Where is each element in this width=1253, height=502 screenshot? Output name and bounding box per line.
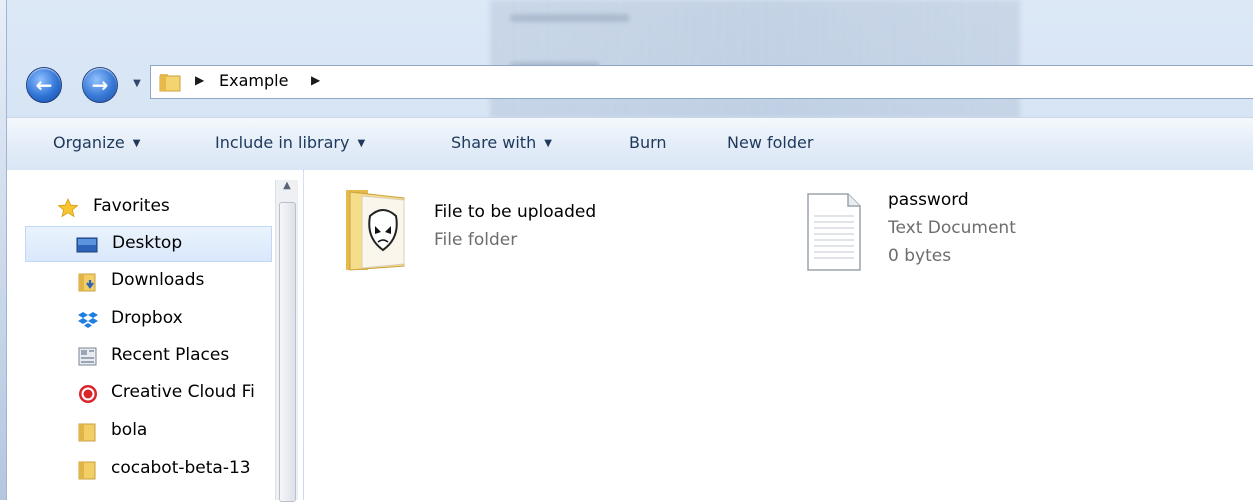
- organize-button[interactable]: Organize ▼: [53, 133, 140, 152]
- forward-button[interactable]: →: [82, 67, 118, 103]
- include-in-library-label: Include in library: [215, 133, 350, 152]
- share-with-label: Share with: [451, 133, 537, 152]
- burn-button[interactable]: Burn: [629, 133, 667, 152]
- command-bar: Organize ▼ Include in library ▼ Share with…: [7, 117, 1253, 171]
- folder-with-logo-icon: [346, 190, 405, 271]
- breadcrumb-arrow-icon[interactable]: ▶: [311, 73, 320, 87]
- chevron-down-icon: ▼: [544, 138, 552, 149]
- chevron-down-icon: ▼: [132, 138, 141, 149]
- sidebar-item-label: Downloads: [111, 270, 205, 290]
- sidebar-item-favorites[interactable]: Favorites: [7, 190, 272, 224]
- chevron-down-icon: ▼: [133, 78, 141, 89]
- folder-icon: [78, 461, 96, 480]
- address-bar[interactable]: ▶ Example ▶: [150, 65, 1253, 99]
- sidebar-item-recent-places[interactable]: Recent Places: [7, 339, 272, 373]
- forward-arrow-icon: →: [91, 73, 109, 97]
- sidebar-item-dropbox[interactable]: Dropbox: [7, 302, 272, 336]
- downloads-folder-icon: [78, 273, 96, 292]
- share-with-button[interactable]: Share with ▼: [451, 133, 552, 152]
- file-size: 0 bytes: [888, 246, 952, 266]
- sidebar-favorites-label: Favorites: [93, 196, 170, 216]
- ghost-line: [510, 14, 630, 22]
- recent-pages-dropdown[interactable]: ▼: [130, 77, 144, 91]
- window-border: [0, 0, 7, 500]
- scroll-up-arrow-icon[interactable]: ▲: [276, 180, 298, 196]
- back-button[interactable]: ←: [26, 67, 62, 103]
- breadcrumb-arrow-icon[interactable]: ▶: [195, 73, 204, 87]
- chevron-down-icon: ▼: [357, 138, 366, 149]
- creative-cloud-icon: [79, 385, 97, 403]
- recent-places-icon: [78, 347, 97, 366]
- sidebar-item-desktop[interactable]: Desktop: [25, 226, 272, 262]
- sidebar-item-creative-cloud[interactable]: Creative Cloud Fi: [7, 376, 272, 410]
- new-folder-button[interactable]: New folder: [727, 133, 813, 152]
- sidebar-item-bola[interactable]: bola: [7, 414, 272, 448]
- sidebar-item-label: cocabot-beta-13: [111, 458, 251, 478]
- navigation-pane-scrollbar[interactable]: ▲: [275, 180, 298, 502]
- scroll-thumb[interactable]: [279, 202, 296, 502]
- sidebar-item-label: bola: [111, 420, 148, 440]
- sidebar-item-label: Recent Places: [111, 345, 230, 365]
- file-item-password[interactable]: password Text Document 0 bytes: [804, 188, 1104, 278]
- navigation-pane: Favorites Desktop Downloads Dropbox Rece…: [7, 170, 303, 500]
- file-type: Text Document: [888, 218, 1016, 238]
- dropbox-icon: [78, 312, 98, 328]
- file-item-folder[interactable]: File to be uploaded File folder: [344, 186, 644, 276]
- sidebar-item-cocabot[interactable]: cocabot-beta-13: [7, 452, 272, 486]
- file-name: password: [888, 190, 969, 210]
- folder-icon: [159, 74, 181, 92]
- breadcrumb-example[interactable]: Example: [219, 71, 288, 90]
- include-in-library-button[interactable]: Include in library ▼: [215, 133, 365, 152]
- sidebar-item-label: Dropbox: [111, 308, 183, 328]
- folder-icon: [78, 423, 96, 442]
- text-document-icon: [807, 193, 861, 271]
- file-type: File folder: [434, 230, 518, 250]
- organize-label: Organize: [53, 133, 125, 152]
- back-arrow-icon: ←: [35, 73, 53, 97]
- sidebar-item-label: Desktop: [112, 233, 183, 253]
- background-window-ghost: [490, 0, 1020, 118]
- desktop-icon: [76, 237, 98, 253]
- explorer-window: ← → ▼ ▶ Example ▶ Organize ▼ Include in l…: [0, 0, 1253, 502]
- sidebar-item-downloads[interactable]: Downloads: [7, 264, 272, 298]
- file-list-view: File to be uploaded File folder password…: [304, 170, 1253, 500]
- sidebar-item-label: Creative Cloud Fi: [111, 382, 255, 402]
- file-name: File to be uploaded: [434, 202, 597, 222]
- star-icon: [57, 198, 79, 218]
